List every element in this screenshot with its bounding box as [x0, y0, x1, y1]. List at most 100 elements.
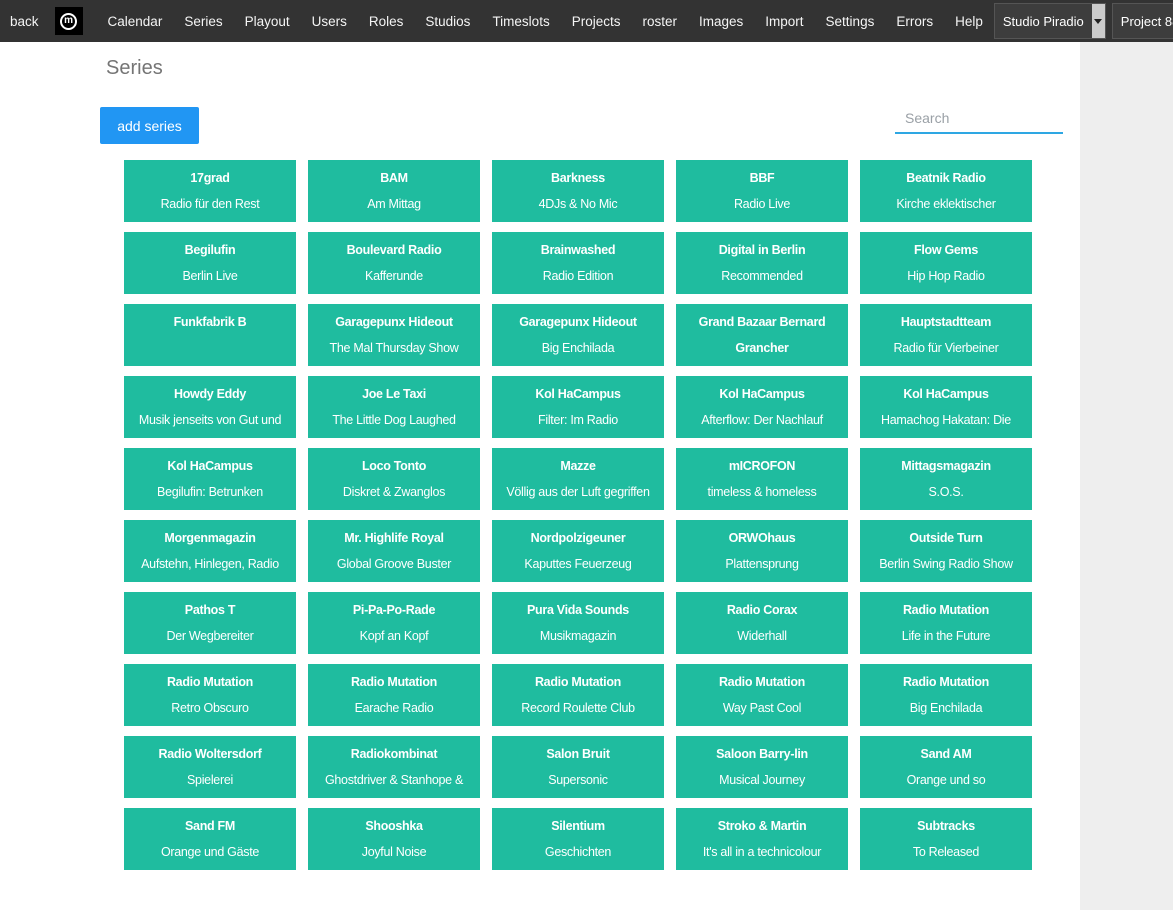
series-card[interactable]: Pathos T Der Wegbereiter	[124, 592, 296, 654]
series-card-subtitle: Retro Obscuro	[126, 695, 294, 721]
nav-menu-item[interactable]: Settings	[815, 14, 886, 29]
series-card[interactable]: Boulevard Radio Kafferunde	[308, 232, 480, 294]
series-grid: 17grad Radio für den Rest BAM Am Mittag …	[124, 160, 1032, 870]
nav-back-link[interactable]: back	[10, 14, 45, 29]
station-logo-icon[interactable]: m	[55, 7, 83, 35]
series-card-subtitle: Musikmagazin	[494, 623, 662, 649]
series-card-title: Saloon Barry-lin	[678, 741, 846, 767]
add-series-button[interactable]: add series	[100, 107, 199, 144]
series-card[interactable]: Joe Le Taxi The Little Dog Laughed	[308, 376, 480, 438]
series-card[interactable]: Morgenmagazin Aufstehn, Hinlegen, Radio	[124, 520, 296, 582]
series-card-title: Radio Mutation	[862, 669, 1030, 695]
series-card[interactable]: Radio Mutation Way Past Cool	[676, 664, 848, 726]
project-select[interactable]: Project 88vier	[1112, 3, 1173, 39]
series-card-subtitle: Way Past Cool	[678, 695, 846, 721]
series-card[interactable]: Stroko & Martin It's all in a technicolo…	[676, 808, 848, 870]
series-card[interactable]: Outside Turn Berlin Swing Radio Show	[860, 520, 1032, 582]
circled-m-glyph: m	[60, 13, 77, 30]
series-card[interactable]: Radiokombinat Ghostdriver & Stanhope &	[308, 736, 480, 798]
series-card-title: Kol HaCampus	[678, 381, 846, 407]
nav-menu-item[interactable]: roster	[631, 14, 688, 29]
series-card-title: Radiokombinat	[310, 741, 478, 767]
series-card[interactable]: Garagepunx Hideout Big Enchilada	[492, 304, 664, 366]
series-card-subtitle: Geschichten	[494, 839, 662, 865]
series-card[interactable]: Subtracks To Released	[860, 808, 1032, 870]
series-card[interactable]: Flow Gems Hip Hop Radio	[860, 232, 1032, 294]
series-card[interactable]: Salon Bruit Supersonic	[492, 736, 664, 798]
series-card-subtitle: Record Roulette Club	[494, 695, 662, 721]
series-card[interactable]: Radio Mutation Big Enchilada	[860, 664, 1032, 726]
series-card[interactable]: Howdy Eddy Musik jenseits von Gut und	[124, 376, 296, 438]
series-card-title: Radio Mutation	[678, 669, 846, 695]
series-card[interactable]: Silentium Geschichten	[492, 808, 664, 870]
series-card[interactable]: Hauptstadtteam Radio für Vierbeiner	[860, 304, 1032, 366]
nav-menu-item[interactable]: Roles	[358, 14, 415, 29]
series-card[interactable]: BBF Radio Live	[676, 160, 848, 222]
series-card[interactable]: Radio Mutation Earache Radio	[308, 664, 480, 726]
series-card[interactable]: Radio Corax Widerhall	[676, 592, 848, 654]
series-card[interactable]: mICROFON timeless & homeless	[676, 448, 848, 510]
series-card-subtitle: Begilufin: Betrunken	[126, 479, 294, 505]
nav-menu-item[interactable]: Projects	[561, 14, 632, 29]
series-card[interactable]: Radio Mutation Retro Obscuro	[124, 664, 296, 726]
nav-menu-item[interactable]: Errors	[885, 14, 944, 29]
series-card[interactable]: Beatnik Radio Kirche eklektischer	[860, 160, 1032, 222]
series-card-subtitle: Ghostdriver & Stanhope &	[310, 767, 478, 793]
series-card-subtitle: Am Mittag	[310, 191, 478, 217]
series-card-title: Kol HaCampus	[494, 381, 662, 407]
nav-menu-item[interactable]: Calendar	[97, 14, 174, 29]
series-card-title: Radio Corax	[678, 597, 846, 623]
nav-menu-item[interactable]: Studios	[414, 14, 481, 29]
series-card-title: Pi-Pa-Po-Rade	[310, 597, 478, 623]
series-card[interactable]: Kol HaCampus Afterflow: Der Nachlauf	[676, 376, 848, 438]
series-card-subtitle: S.O.S.	[862, 479, 1030, 505]
project-select-value: Project 88vier	[1113, 4, 1173, 38]
search-input[interactable]	[895, 104, 1063, 134]
series-card-subtitle: Radio Edition	[494, 263, 662, 289]
series-card-title: Hauptstadtteam	[862, 309, 1030, 335]
nav-menu: Calendar Series Playout Users Roles Stud…	[97, 14, 994, 29]
series-card[interactable]: Begilufin Berlin Live	[124, 232, 296, 294]
series-card-title: Pathos T	[126, 597, 294, 623]
series-card[interactable]: Brainwashed Radio Edition	[492, 232, 664, 294]
nav-menu-item[interactable]: Playout	[234, 14, 301, 29]
series-card-subtitle: 4DJs & No Mic	[494, 191, 662, 217]
studio-select-arrow-strip[interactable]	[1092, 4, 1105, 38]
nav-menu-item[interactable]: Timeslots	[481, 14, 560, 29]
series-card[interactable]: Shooshka Joyful Noise	[308, 808, 480, 870]
series-card[interactable]: Sand FM Orange und Gäste	[124, 808, 296, 870]
series-card-title: Grand Bazaar Bernard Grancher	[678, 309, 846, 361]
series-card[interactable]: Saloon Barry-lin Musical Journey	[676, 736, 848, 798]
series-card[interactable]: Kol HaCampus Hamachog Hakatan: Die	[860, 376, 1032, 438]
series-card-title: Kol HaCampus	[126, 453, 294, 479]
nav-menu-item[interactable]: Images	[688, 14, 754, 29]
series-card[interactable]: Grand Bazaar Bernard Grancher	[676, 304, 848, 366]
series-card-subtitle: Musik jenseits von Gut und	[126, 407, 294, 433]
series-card[interactable]: Mr. Highlife Royal Global Groove Buster	[308, 520, 480, 582]
series-card[interactable]: Pi-Pa-Po-Rade Kopf an Kopf	[308, 592, 480, 654]
series-card[interactable]: Radio Mutation Life in the Future	[860, 592, 1032, 654]
series-card[interactable]: Radio Mutation Record Roulette Club	[492, 664, 664, 726]
series-card[interactable]: Pura Vida Sounds Musikmagazin	[492, 592, 664, 654]
series-card[interactable]: Barkness 4DJs & No Mic	[492, 160, 664, 222]
series-card[interactable]: Kol HaCampus Begilufin: Betrunken	[124, 448, 296, 510]
series-card-title: Howdy Eddy	[126, 381, 294, 407]
series-card[interactable]: Mittagsmagazin S.O.S.	[860, 448, 1032, 510]
series-card[interactable]: Mazze Völlig aus der Luft gegriffen	[492, 448, 664, 510]
studio-select[interactable]: Studio Piradio	[994, 3, 1106, 39]
series-card[interactable]: Radio Woltersdorf Spielerei	[124, 736, 296, 798]
series-card[interactable]: Digital in Berlin Recommended	[676, 232, 848, 294]
series-card[interactable]: Nordpolzigeuner Kaputtes Feuerzeug	[492, 520, 664, 582]
series-card[interactable]: Sand AM Orange und so	[860, 736, 1032, 798]
nav-menu-item[interactable]: Users	[301, 14, 358, 29]
series-card[interactable]: BAM Am Mittag	[308, 160, 480, 222]
series-card[interactable]: Garagepunx Hideout The Mal Thursday Show	[308, 304, 480, 366]
series-card[interactable]: Loco Tonto Diskret & Zwanglos	[308, 448, 480, 510]
series-card[interactable]: Kol HaCampus Filter: Im Radio	[492, 376, 664, 438]
series-card[interactable]: Funkfabrik B	[124, 304, 296, 366]
series-card[interactable]: ORWOhaus Plattensprung	[676, 520, 848, 582]
series-card[interactable]: 17grad Radio für den Rest	[124, 160, 296, 222]
nav-menu-item[interactable]: Help	[944, 14, 994, 29]
nav-menu-item[interactable]: Series	[173, 14, 233, 29]
nav-menu-item[interactable]: Import	[754, 14, 814, 29]
